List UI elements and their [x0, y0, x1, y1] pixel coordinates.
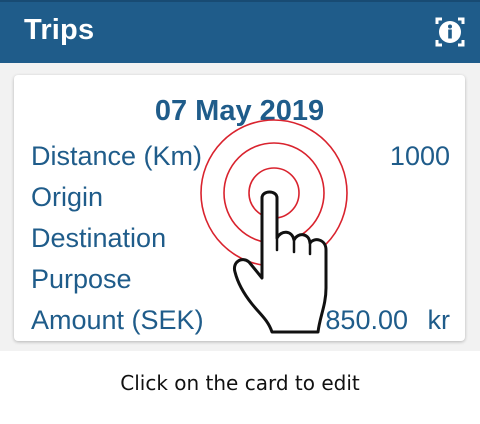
app-bar: Trips	[0, 0, 480, 63]
trip-card[interactable]: 07 May 2019 Distance (Km) 1000 Origin De…	[14, 75, 465, 341]
purpose-label: Purpose	[31, 264, 132, 294]
trip-date: 07 May 2019	[154, 95, 325, 127]
info-button[interactable]	[434, 16, 466, 48]
destination-label: Destination	[31, 223, 167, 253]
amount-value: 850.00	[325, 305, 408, 335]
distance-value: 1000	[389, 141, 450, 171]
amount-label: Amount (SEK)	[31, 305, 204, 335]
distance-label: Distance (Km)	[31, 141, 203, 171]
amount-row: Amount (SEK) 850.00 kr	[31, 305, 450, 341]
origin-row: Origin	[31, 182, 450, 218]
trips-screen: Trips 07 May 2019 Distance (Km) 1000 Ori…	[0, 0, 480, 424]
page-title: Trips	[24, 14, 95, 46]
origin-label: Origin	[31, 182, 104, 212]
distance-row: Distance (Km) 1000	[31, 141, 450, 177]
destination-row: Destination	[31, 223, 450, 259]
trip-list: 07 May 2019 Distance (Km) 1000 Origin De…	[0, 63, 480, 351]
amount-currency: kr	[427, 305, 451, 335]
edit-hint: Click on the card to edit	[120, 371, 360, 395]
info-icon	[435, 17, 465, 47]
purpose-row: Purpose	[31, 264, 450, 300]
